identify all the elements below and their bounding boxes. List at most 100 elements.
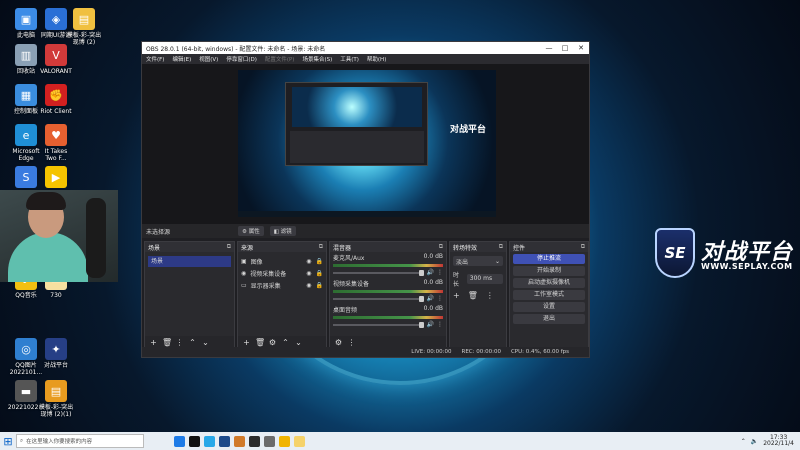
menu-item[interactable]: 文件(F) bbox=[146, 55, 164, 63]
more-icon[interactable]: ⋮ bbox=[347, 338, 356, 347]
channel-name: 视频采集设备 bbox=[333, 281, 370, 288]
clock[interactable]: 17:33 2022/11/4 bbox=[763, 435, 794, 447]
down-icon[interactable]: ⌄ bbox=[294, 338, 303, 347]
menu-item[interactable]: 工具(T) bbox=[340, 55, 359, 63]
volume-icon[interactable]: 🔈 bbox=[751, 438, 758, 445]
up-icon[interactable]: ⌃ bbox=[188, 338, 197, 347]
eye-icon[interactable]: ◉ bbox=[306, 282, 311, 289]
undock-icon[interactable]: ⧉ bbox=[227, 243, 231, 251]
source-item[interactable]: ▭ 显示器采集 ◉ 🔒 bbox=[238, 279, 326, 291]
channel-name: 桌面音频 bbox=[333, 307, 358, 314]
control-button[interactable]: 停止推流 bbox=[513, 254, 585, 264]
desktop-icon-label: Riot Client bbox=[40, 108, 72, 115]
taskbar-app-icon[interactable] bbox=[174, 435, 185, 447]
menu-item[interactable]: 编辑(E) bbox=[172, 55, 191, 63]
trash-icon[interactable]: 🗑 bbox=[255, 338, 265, 347]
speaker-icon[interactable]: 🔊 bbox=[427, 269, 434, 276]
undock-icon[interactable]: ⧉ bbox=[319, 243, 323, 251]
down-icon[interactable]: ⌄ bbox=[201, 338, 210, 347]
nested-obs-preview bbox=[285, 82, 428, 166]
desktop-icon[interactable]: ▤ 模板-彩-突出 现博 (2) bbox=[62, 8, 106, 46]
speaker-icon[interactable]: 🔊 bbox=[427, 295, 434, 302]
volume-slider[interactable] bbox=[333, 295, 424, 302]
source-item[interactable]: ▣ 图像 ◉ 🔒 bbox=[238, 255, 326, 267]
obs-window[interactable]: OBS 28.0.1 (64-bit, windows) - 配置文件: 未命名… bbox=[141, 41, 590, 358]
control-button[interactable]: 设置 bbox=[513, 302, 585, 312]
taskbar-app-icon[interactable] bbox=[294, 435, 305, 447]
speaker-icon[interactable]: 🔊 bbox=[427, 321, 434, 328]
mixer-channel: 麦克风/Aux 0.0 dB 🔊 ⋮ bbox=[330, 252, 446, 278]
properties-button[interactable]: ⚙ 属性 bbox=[238, 226, 264, 236]
maximize-button[interactable]: □ bbox=[557, 44, 573, 52]
dock-title: 来源 bbox=[241, 244, 254, 252]
add-icon[interactable]: + bbox=[453, 291, 460, 300]
control-button[interactable]: 工作室模式 bbox=[513, 290, 585, 300]
desktop-icon[interactable]: ✦ 对战平台 bbox=[34, 338, 78, 369]
more-icon[interactable]: ⋮ bbox=[486, 291, 494, 300]
desktop-icon[interactable]: V VALORANT bbox=[34, 44, 78, 75]
desktop-icon[interactable]: ♥ It Takes Two F... bbox=[34, 124, 78, 162]
brand-logo: SE 对战平台 WWW.SEPLAY.COM bbox=[655, 228, 795, 288]
control-button[interactable]: 开始录制 bbox=[513, 266, 585, 276]
app-icon: ▤ bbox=[45, 380, 67, 402]
more-icon[interactable]: ⋮ bbox=[437, 295, 443, 302]
image-icon: ▣ bbox=[241, 257, 247, 265]
minimize-button[interactable]: — bbox=[541, 44, 557, 52]
monitor-icon: ▭ bbox=[241, 281, 247, 289]
system-tray: ⌃ 🔈 17:33 2022/11/4 bbox=[741, 435, 800, 447]
close-button[interactable]: ✕ bbox=[573, 44, 589, 52]
volume-meter bbox=[333, 264, 443, 267]
more-icon[interactable]: ⋮ bbox=[175, 338, 184, 347]
taskbar-app-icon[interactable] bbox=[264, 435, 275, 447]
app-icon: ✦ bbox=[45, 338, 67, 360]
lock-icon[interactable]: 🔒 bbox=[316, 258, 323, 265]
lock-icon[interactable]: 🔒 bbox=[316, 282, 323, 289]
start-button[interactable]: ⊞ bbox=[0, 433, 16, 449]
desktop-icon-label: 730 bbox=[50, 292, 62, 299]
taskbar-app-icon[interactable] bbox=[204, 435, 215, 447]
window-title: OBS 28.0.1 (64-bit, windows) - 配置文件: 未命名… bbox=[146, 45, 326, 53]
volume-slider[interactable] bbox=[333, 321, 424, 328]
menu-item[interactable]: 配置文件(P) bbox=[265, 55, 295, 63]
title-bar[interactable]: OBS 28.0.1 (64-bit, windows) - 配置文件: 未命名… bbox=[142, 42, 589, 54]
volume-slider[interactable] bbox=[333, 269, 424, 276]
scene-item[interactable]: 场景 bbox=[148, 256, 231, 267]
eye-icon[interactable]: ◉ bbox=[306, 258, 311, 265]
desktop-icon[interactable]: ▤ 模板-彩-突出 现博 (2)(1) bbox=[34, 380, 78, 418]
taskbar-app-icon[interactable] bbox=[219, 435, 230, 447]
undock-icon[interactable]: ⧉ bbox=[439, 243, 443, 251]
add-icon[interactable]: + bbox=[242, 338, 251, 347]
menu-item[interactable]: 停靠窗口(D) bbox=[226, 55, 257, 63]
filters-button[interactable]: ◧ 滤镜 bbox=[269, 226, 296, 236]
more-icon[interactable]: ⋮ bbox=[437, 269, 443, 276]
more-icon[interactable]: ⋮ bbox=[437, 321, 443, 328]
trash-icon[interactable]: 🗑 bbox=[162, 338, 172, 347]
control-button[interactable]: 启动虚拟摄像机 bbox=[513, 278, 585, 288]
chevron-up-icon[interactable]: ⌃ bbox=[741, 438, 746, 445]
source-item[interactable]: ◉ 视频采集设备 ◉ 🔒 bbox=[238, 267, 326, 279]
taskbar-app-icon[interactable] bbox=[279, 435, 290, 447]
eye-icon[interactable]: ◉ bbox=[306, 270, 311, 277]
gear-icon[interactable]: ⚙ bbox=[334, 338, 343, 347]
add-icon[interactable]: + bbox=[149, 338, 158, 347]
taskbar-apps bbox=[174, 435, 305, 447]
menu-item[interactable]: 场景集合(S) bbox=[302, 55, 332, 63]
taskbar-app-icon[interactable] bbox=[249, 435, 260, 447]
menu-item[interactable]: 视图(V) bbox=[199, 55, 218, 63]
taskbar-search[interactable]: ⌕ 在这里输入你要搜索的内容 bbox=[16, 434, 144, 448]
taskbar-app-icon[interactable] bbox=[234, 435, 245, 447]
undock-icon[interactable]: ⧉ bbox=[581, 243, 585, 251]
trash-icon[interactable]: 🗑 bbox=[468, 291, 478, 300]
gear-icon[interactable]: ⚙ bbox=[268, 338, 277, 347]
taskbar-app-icon[interactable] bbox=[189, 435, 200, 447]
lock-icon[interactable]: 🔒 bbox=[316, 270, 323, 277]
duration-input[interactable]: 300 ms bbox=[466, 274, 503, 284]
control-button[interactable]: 退出 bbox=[513, 314, 585, 324]
preview-canvas[interactable]: 对战平台 bbox=[142, 64, 589, 224]
undock-icon[interactable]: ⧉ bbox=[499, 243, 503, 251]
desktop-icon[interactable]: ✊ Riot Client bbox=[34, 84, 78, 115]
app-icon: V bbox=[45, 44, 67, 66]
transition-select[interactable]: 淡出 ⌄ bbox=[453, 256, 503, 266]
menu-item[interactable]: 帮助(H) bbox=[367, 55, 386, 63]
up-icon[interactable]: ⌃ bbox=[281, 338, 290, 347]
